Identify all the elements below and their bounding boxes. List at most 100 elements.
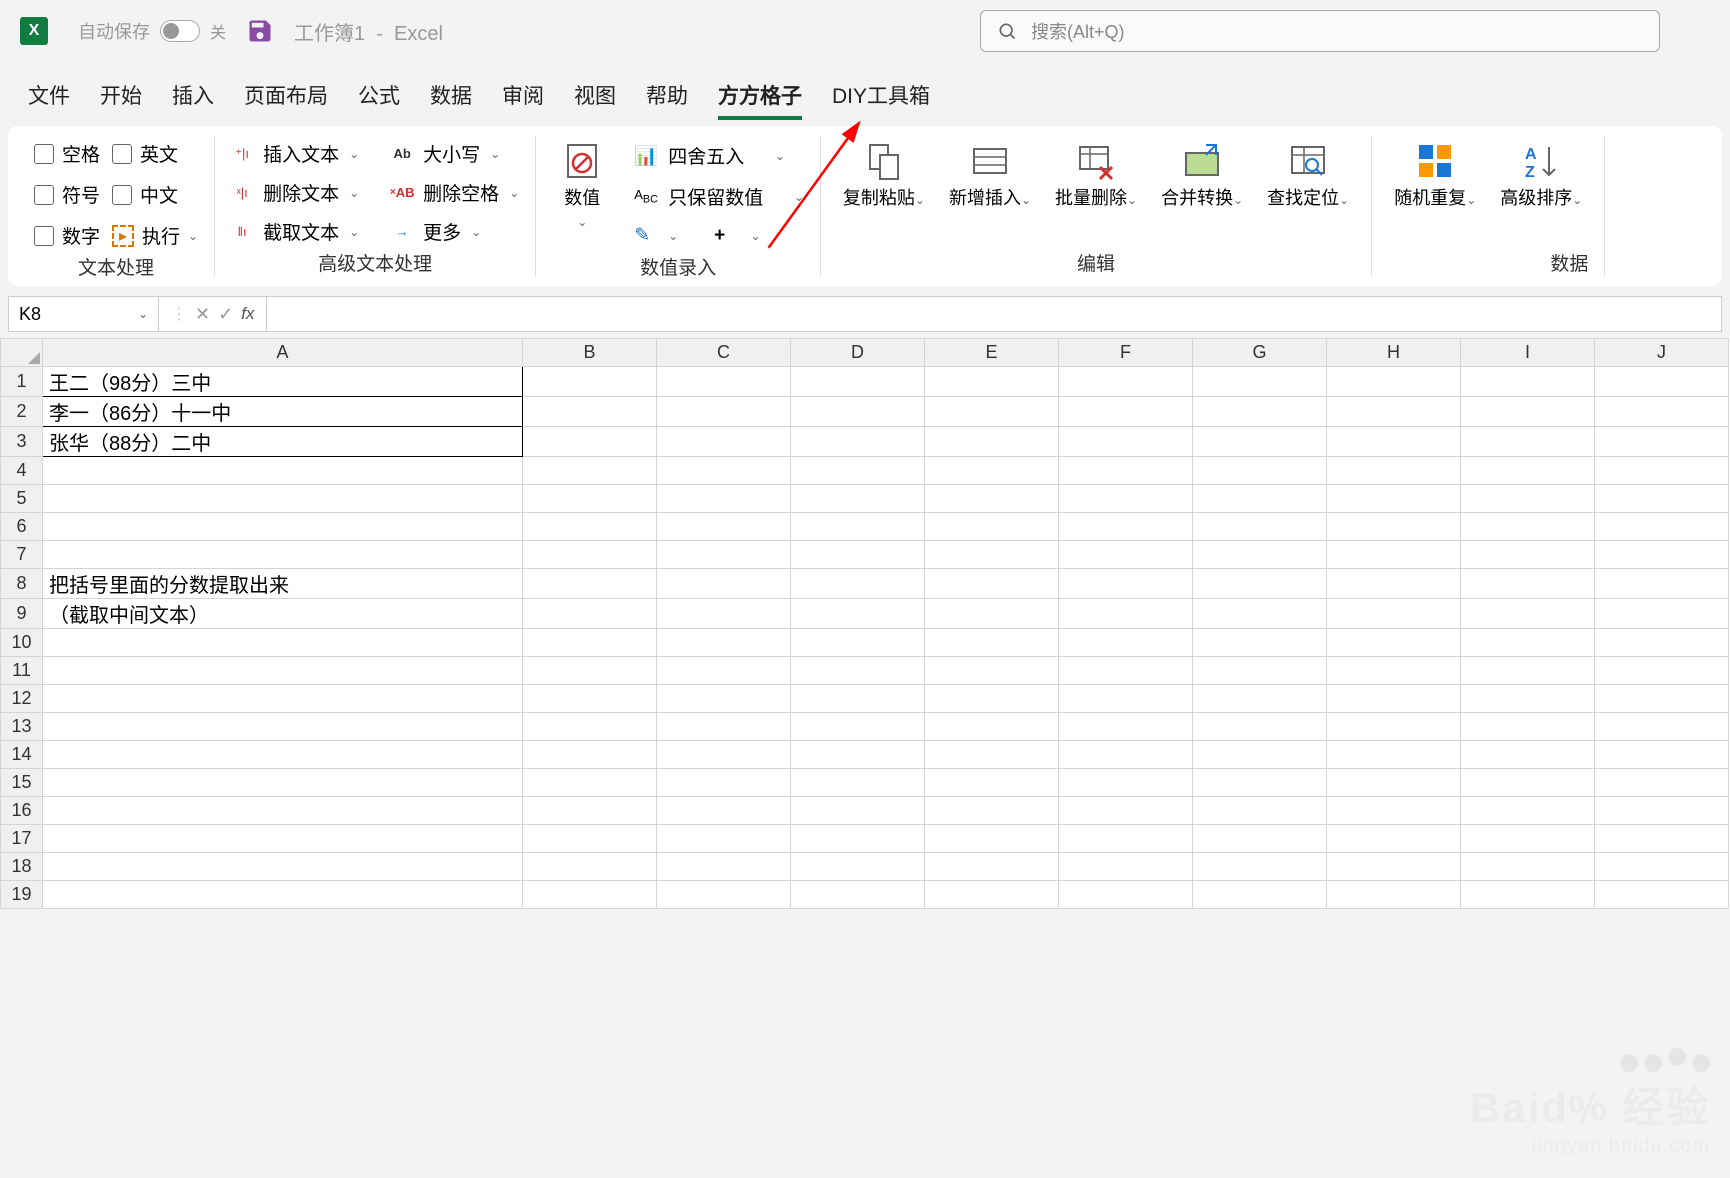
cell[interactable] bbox=[657, 457, 791, 485]
cell[interactable] bbox=[657, 599, 791, 629]
cell[interactable] bbox=[1327, 825, 1461, 853]
cell[interactable] bbox=[925, 797, 1059, 825]
formula-input[interactable] bbox=[266, 297, 1721, 331]
cell[interactable] bbox=[791, 825, 925, 853]
cell[interactable] bbox=[1461, 713, 1595, 741]
cell[interactable] bbox=[1461, 741, 1595, 769]
cell[interactable] bbox=[1193, 367, 1327, 397]
cell[interactable] bbox=[523, 657, 657, 685]
cell[interactable] bbox=[523, 569, 657, 599]
cell[interactable] bbox=[43, 825, 523, 853]
cell[interactable] bbox=[925, 853, 1059, 881]
cell[interactable] bbox=[1595, 853, 1729, 881]
cell[interactable] bbox=[925, 881, 1059, 909]
cell[interactable] bbox=[523, 427, 657, 457]
cell[interactable] bbox=[1327, 853, 1461, 881]
cell[interactable] bbox=[1595, 657, 1729, 685]
cell[interactable] bbox=[1327, 397, 1461, 427]
cell[interactable] bbox=[1595, 825, 1729, 853]
cell[interactable] bbox=[1193, 825, 1327, 853]
tab-ffgz[interactable]: 方方格子 bbox=[718, 80, 802, 120]
btn-find-locate[interactable]: 查找定位⌄ bbox=[1261, 136, 1355, 214]
cell[interactable] bbox=[43, 485, 523, 513]
row-header[interactable]: 11 bbox=[1, 657, 43, 685]
cell[interactable] bbox=[1059, 513, 1193, 541]
cell[interactable] bbox=[657, 513, 791, 541]
cell[interactable] bbox=[1595, 541, 1729, 569]
cell[interactable] bbox=[1595, 485, 1729, 513]
btn-merge-convert[interactable]: 合并转换⌄ bbox=[1155, 136, 1249, 214]
confirm-icon[interactable]: ✓ bbox=[218, 304, 233, 325]
cell[interactable] bbox=[1595, 457, 1729, 485]
cell[interactable] bbox=[1461, 769, 1595, 797]
cell[interactable] bbox=[1327, 457, 1461, 485]
btn-copy-paste[interactable]: 复制粘贴⌄ bbox=[837, 136, 931, 214]
cell[interactable] bbox=[1059, 599, 1193, 629]
col-header-D[interactable]: D bbox=[791, 339, 925, 367]
cell[interactable] bbox=[657, 741, 791, 769]
cell[interactable] bbox=[1059, 541, 1193, 569]
chk-chinese[interactable]: 中文 bbox=[112, 181, 198, 208]
cmd-extract-text[interactable]: ‖ı截取文本⌄ bbox=[231, 218, 359, 245]
cell[interactable] bbox=[523, 825, 657, 853]
row-header[interactable]: 6 bbox=[1, 513, 43, 541]
fx-icon[interactable]: fx bbox=[241, 304, 254, 324]
cell[interactable] bbox=[523, 397, 657, 427]
cell[interactable] bbox=[1595, 741, 1729, 769]
btn-random-repeat[interactable]: 随机重复⌄ bbox=[1388, 136, 1482, 214]
col-header-A[interactable]: A bbox=[43, 339, 523, 367]
tab-diy[interactable]: DIY工具箱 bbox=[832, 80, 930, 120]
cell[interactable] bbox=[657, 825, 791, 853]
cmd-round[interactable]: 📊四舍五入 ⌄ bbox=[634, 140, 804, 171]
cell[interactable] bbox=[523, 629, 657, 657]
cell[interactable] bbox=[1059, 825, 1193, 853]
cell[interactable] bbox=[791, 629, 925, 657]
cell[interactable] bbox=[1461, 457, 1595, 485]
cell[interactable] bbox=[1193, 685, 1327, 713]
cell[interactable] bbox=[1461, 485, 1595, 513]
cell[interactable] bbox=[925, 397, 1059, 427]
cell[interactable] bbox=[1193, 713, 1327, 741]
cmd-del-space[interactable]: ×AB删除空格⌄ bbox=[391, 179, 519, 206]
cell[interactable] bbox=[1461, 685, 1595, 713]
btn-execute[interactable]: ▸执行⌄ bbox=[112, 222, 198, 249]
toggle-icon[interactable] bbox=[160, 20, 200, 42]
cell[interactable] bbox=[523, 367, 657, 397]
cell[interactable] bbox=[1327, 685, 1461, 713]
row-header[interactable]: 19 bbox=[1, 881, 43, 909]
cell[interactable] bbox=[1461, 657, 1595, 685]
cell[interactable] bbox=[1461, 797, 1595, 825]
cell[interactable]: 张华（88分）二中 bbox=[43, 427, 523, 457]
cell[interactable] bbox=[791, 457, 925, 485]
cell[interactable] bbox=[1327, 797, 1461, 825]
tab-review[interactable]: 审阅 bbox=[502, 80, 544, 120]
cell[interactable] bbox=[1193, 657, 1327, 685]
cell[interactable] bbox=[1059, 713, 1193, 741]
grid[interactable]: A B C D E F G H I J 1王二（98分）三中2李一（86分）十一… bbox=[0, 338, 1729, 909]
cell[interactable] bbox=[657, 485, 791, 513]
cell[interactable] bbox=[1059, 569, 1193, 599]
cell[interactable]: 王二（98分）三中 bbox=[43, 367, 523, 397]
row-header[interactable]: 13 bbox=[1, 713, 43, 741]
cell[interactable] bbox=[523, 769, 657, 797]
cmd-delete-text[interactable]: ˣ|ı删除文本⌄ bbox=[231, 179, 359, 206]
cell[interactable] bbox=[1595, 769, 1729, 797]
cell[interactable] bbox=[791, 541, 925, 569]
row-header[interactable]: 7 bbox=[1, 541, 43, 569]
btn-numval[interactable]: 数值⌄ bbox=[552, 136, 612, 235]
row-header[interactable]: 18 bbox=[1, 853, 43, 881]
cell[interactable] bbox=[523, 541, 657, 569]
cell[interactable] bbox=[1059, 485, 1193, 513]
cell[interactable] bbox=[1327, 657, 1461, 685]
cell[interactable] bbox=[1595, 685, 1729, 713]
row-header[interactable]: 9 bbox=[1, 599, 43, 629]
cell[interactable] bbox=[925, 713, 1059, 741]
cell[interactable] bbox=[1327, 741, 1461, 769]
row-header[interactable]: 15 bbox=[1, 769, 43, 797]
cell[interactable] bbox=[925, 629, 1059, 657]
cell[interactable] bbox=[1193, 457, 1327, 485]
cell[interactable] bbox=[1595, 569, 1729, 599]
col-header-C[interactable]: C bbox=[657, 339, 791, 367]
cell[interactable] bbox=[925, 541, 1059, 569]
cell[interactable] bbox=[1461, 825, 1595, 853]
